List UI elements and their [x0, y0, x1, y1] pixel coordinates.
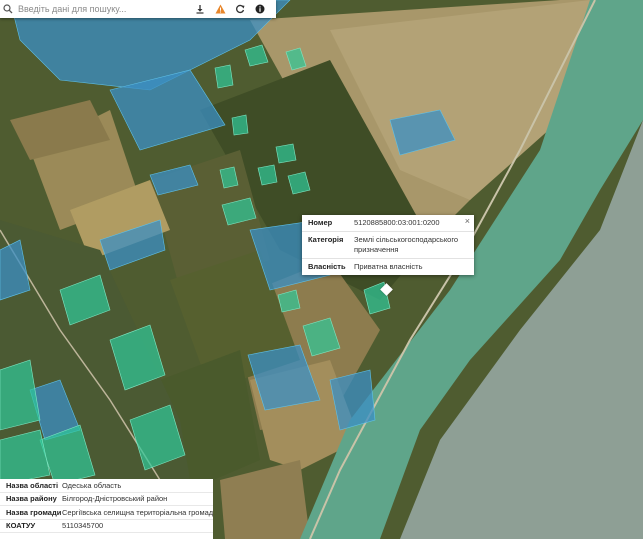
download-icon[interactable]: [190, 0, 210, 18]
info-icon[interactable]: [250, 0, 270, 18]
popup-key: Номер: [308, 218, 333, 227]
warning-icon[interactable]: [210, 0, 230, 18]
info-value: 5110345700: [62, 521, 104, 531]
refresh-icon[interactable]: [230, 0, 250, 18]
close-icon[interactable]: ×: [465, 216, 470, 226]
popup-key: Категорія: [308, 235, 344, 244]
parcel[interactable]: [275, 143, 297, 164]
info-key: Назва району: [6, 494, 57, 504]
parcel[interactable]: [231, 114, 249, 136]
popup-value: Приватна власність: [354, 262, 423, 271]
parcel-popup: × Номер 5120885800:03:001:0200 Категорія…: [302, 215, 474, 275]
info-row-oblast: Назва області Одеська область: [0, 479, 213, 493]
map-toolbar: [0, 0, 276, 18]
popup-row-ownership: Власність Приватна власність: [302, 259, 474, 275]
popup-row-number: Номер 5120885800:03:001:0200: [302, 215, 474, 232]
popup-value: 5120885800:03:001:0200: [354, 218, 440, 227]
parcel[interactable]: [214, 64, 234, 89]
info-key: КОАТУУ: [6, 521, 36, 531]
info-row-raion: Назва району Білгород-Дністровський райо…: [0, 493, 213, 506]
info-value: Білгород-Дністровський район: [62, 494, 168, 504]
popup-row-category: Категорія Землі сільськогосподарського п…: [302, 232, 474, 259]
info-row-hromada: Назва громади Сергіївська селищна терито…: [0, 506, 213, 520]
info-value: Одеська область: [62, 480, 122, 490]
info-value: Сергіївська селищна територіальна громад…: [62, 507, 213, 517]
admin-info-panel: Назва області Одеська область Назва райо…: [0, 479, 213, 539]
popup-key: Власність: [308, 262, 346, 271]
popup-value: Землі сільськогосподарського призначення: [354, 235, 459, 254]
info-key: Назва області: [6, 480, 59, 490]
search-icon[interactable]: [0, 0, 16, 18]
search-input[interactable]: [16, 1, 190, 17]
info-row-koatuu: КОАТУУ 5110345700: [0, 520, 213, 533]
info-key: Назва громади: [6, 507, 62, 517]
